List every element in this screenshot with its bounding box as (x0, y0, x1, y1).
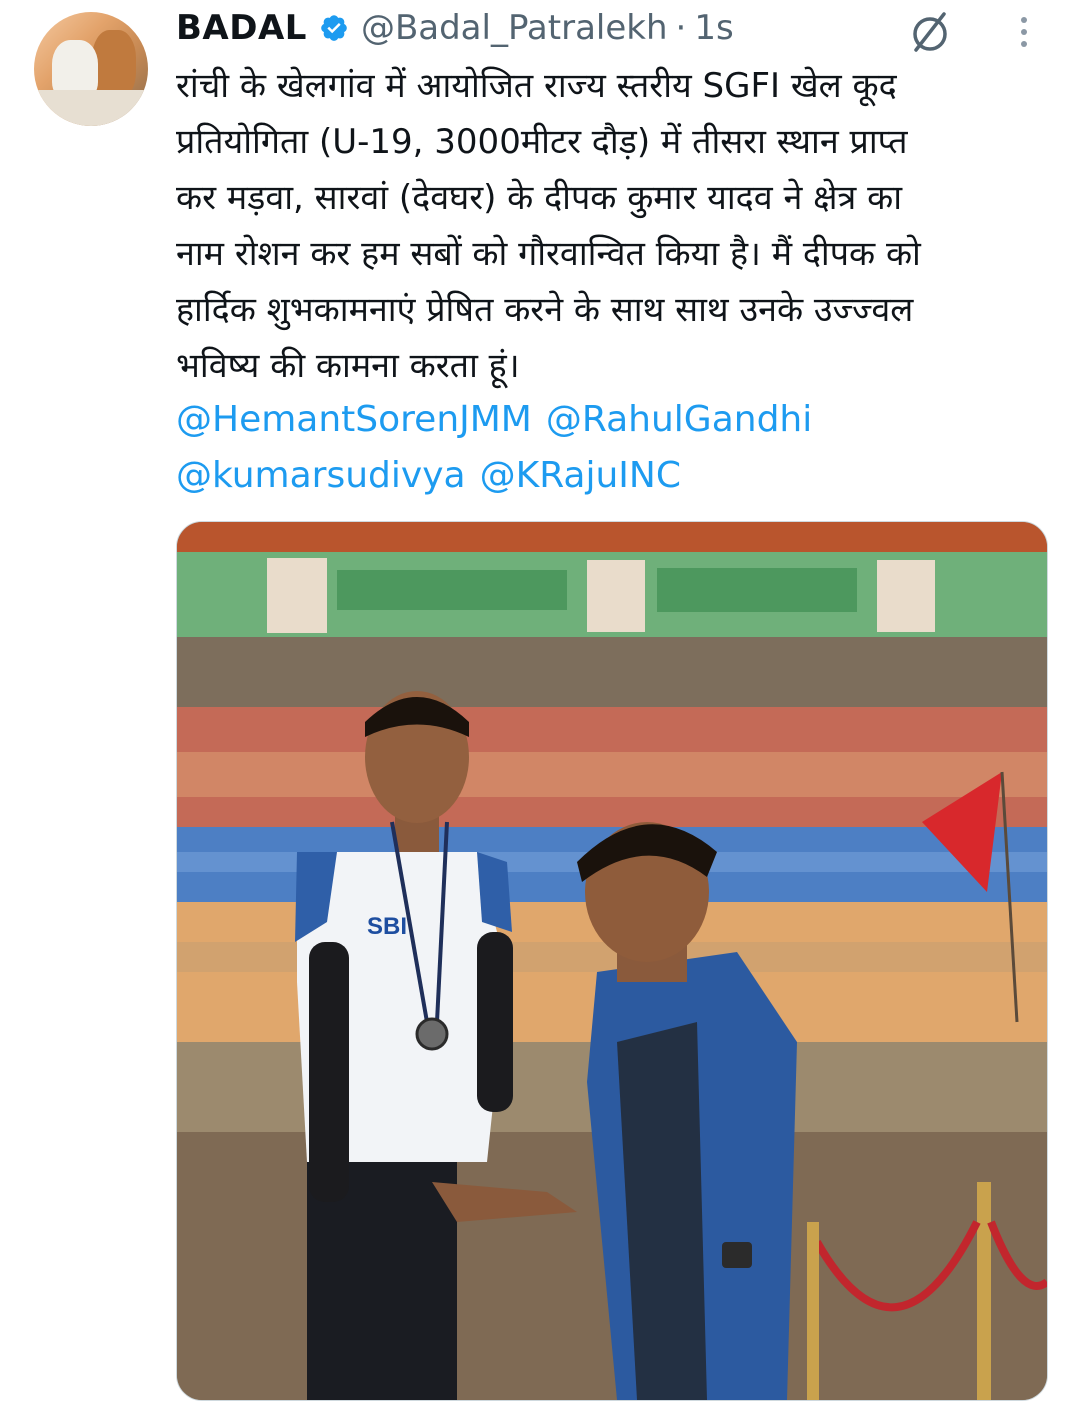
stand-shadow (177, 637, 1047, 707)
mention-link[interactable]: @KRajuINC (480, 455, 681, 496)
athlete-arm (309, 942, 349, 1202)
mention-link[interactable]: @HemantSorenJMM (176, 399, 532, 440)
verified-badge-icon (321, 15, 347, 41)
mentions-row: @HemantSorenJMM @RahulGandhi (176, 392, 1056, 448)
tweet-header: BADAL @Badal_Patralekh · 1s (176, 6, 734, 50)
grok-icon[interactable] (906, 8, 954, 56)
tweet-text-line: हार्दिक शुभकामनाएं प्रेषित करने के साथ स… (176, 290, 914, 330)
mentions: @HemantSorenJMM @RahulGandhi @kumarsudivy… (176, 392, 1056, 504)
tweet-text-line: भविष्य की कामना करता हूं। (176, 346, 520, 386)
banner-text-block (657, 568, 857, 612)
barrier-post (977, 1182, 991, 1400)
barrier-post (807, 1222, 819, 1400)
avatar[interactable] (34, 12, 148, 126)
tweet-photo[interactable]: SBI (176, 521, 1048, 1401)
athlete-arm (477, 932, 513, 1112)
author-name[interactable]: BADAL (176, 8, 307, 48)
banner-portrait (877, 560, 935, 632)
tweet-text-line: कर मड़वा, सारवां (देवघर) के दीपक कुमार य… (176, 178, 902, 218)
banner-portrait (587, 560, 645, 632)
more-vertical-icon[interactable] (1010, 12, 1038, 52)
author-handle[interactable]: @Badal_Patralekh (361, 8, 668, 48)
seats-band (177, 752, 1047, 797)
medal (415, 1017, 449, 1051)
tweet-text: रांची के खेलगांव में आयोजित राज्य स्तरीय… (176, 58, 1056, 394)
jersey-sleeve (477, 852, 512, 932)
mention-link[interactable]: @RahulGandhi (546, 399, 812, 440)
banner-text-block (337, 570, 567, 610)
timestamp[interactable]: 1s (694, 8, 733, 48)
tweet-text-line: रांची के खेलगांव में आयोजित राज्य स्तरीय… (176, 66, 897, 106)
tweet-text-line: प्रतियोगिता (U-19, 3000मीटर दौड़) में ती… (176, 122, 908, 162)
separator-dot: · (675, 8, 687, 48)
mentions-row: @kumarsudivya @KRajuINC (176, 448, 1056, 504)
mention-link[interactable]: @kumarsudivya (176, 455, 466, 496)
tweet-text-line: नाम रोशन कर हम सबों को गौरवान्वित किया ह… (176, 234, 921, 274)
photo-illustration: SBI (177, 522, 1047, 1400)
avatar-shape (34, 90, 148, 126)
jersey-text: SBI (367, 913, 407, 940)
banner-portrait (267, 558, 327, 633)
wristwatch (722, 1242, 752, 1268)
